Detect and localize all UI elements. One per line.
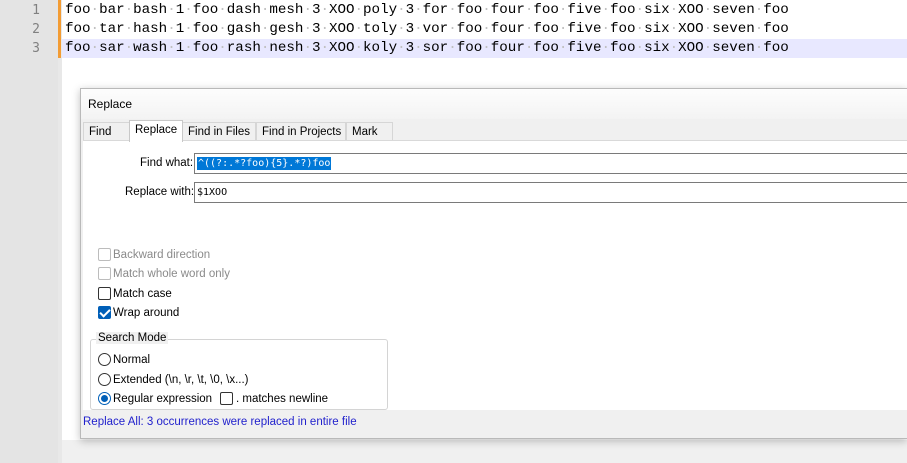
tab-find-in-projects[interactable]: Find in Projects: [256, 122, 346, 141]
find-what-selection: ^((?:.*?foo){5}.*?)foo: [197, 157, 332, 170]
editor-line[interactable]: 1 foo·bar·bash·1·foo·dash·mesh·3·XOO·pol…: [0, 1, 907, 20]
editor-line[interactable]: 2 foo·tar·hash·1·foo·gash·gesh·3·XOO·tol…: [0, 20, 907, 39]
search-mode-title: Search Mode: [96, 332, 169, 344]
status-message: Replace All: 3 occurrences were replaced…: [83, 416, 357, 428]
matches-newline-label: . matches newline: [236, 393, 329, 405]
find-what-label: Find what:: [140, 157, 194, 169]
editor-lower-area: [62, 440, 907, 463]
matches-newline-checkbox[interactable]: [220, 392, 233, 405]
extended-label: Extended (\n, \r, \t, \0, \x...): [113, 374, 249, 386]
line-number-gutter: [0, 0, 58, 463]
dialog-title: Replace: [88, 97, 133, 111]
backward-direction-checkbox[interactable]: [98, 248, 111, 261]
replace-with-input[interactable]: $1XOO: [194, 182, 907, 203]
tab-find[interactable]: Find: [83, 122, 130, 141]
match-case-label: Match case: [113, 288, 172, 300]
line-text[interactable]: foo·sar·wash·1·foo·rash·nesh·3·XOO·koly·…: [65, 39, 789, 58]
editor-line[interactable]: 3 foo·sar·wash·1·foo·rash·nesh·3·XOO·kol…: [0, 39, 907, 58]
wrap-around-checkbox[interactable]: [98, 306, 111, 319]
line-number: 1: [32, 3, 40, 18]
backward-direction-label: Backward direction: [113, 249, 211, 261]
normal-radio[interactable]: [98, 353, 111, 366]
wrap-around-label: Wrap around: [113, 307, 180, 319]
fold-margin: [58, 0, 62, 463]
regular-expression-label: Regular expression: [113, 393, 213, 405]
line-number: 2: [32, 22, 40, 37]
line-text[interactable]: foo·tar·hash·1·foo·gash·gesh·3·XOO·toly·…: [65, 20, 789, 39]
normal-label: Normal: [113, 354, 151, 366]
line-text[interactable]: foo·bar·bash·1·foo·dash·mesh·3·XOO·poly·…: [65, 1, 789, 20]
dialog-title-bar[interactable]: Replace: [81, 89, 907, 119]
regular-expression-radio[interactable]: [98, 392, 111, 405]
match-whole-word-checkbox[interactable]: [98, 267, 111, 280]
extended-radio[interactable]: [98, 373, 111, 386]
replace-dialog: Replace Find Replace Find in Files Find …: [80, 88, 907, 439]
tab-mark[interactable]: Mark: [346, 122, 393, 141]
replace-with-label: Replace with:: [125, 186, 195, 198]
tab-replace[interactable]: Replace: [129, 120, 183, 142]
line-number: 3: [32, 41, 40, 56]
match-case-checkbox[interactable]: [98, 287, 111, 300]
match-whole-word-label: Match whole word only: [113, 268, 230, 280]
tab-find-in-files[interactable]: Find in Files: [182, 122, 256, 141]
find-what-input[interactable]: ^((?:.*?foo){5}.*?)foo: [194, 153, 907, 174]
